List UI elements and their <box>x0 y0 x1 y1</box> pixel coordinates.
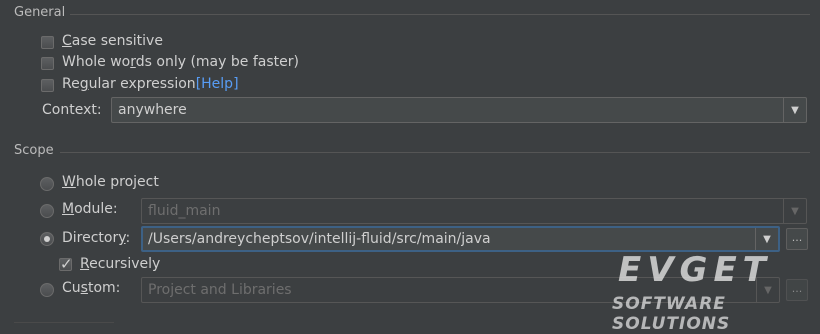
general-section-title: General <box>14 5 66 20</box>
general-separator <box>70 14 810 15</box>
recursively-label[interactable]: Recursively <box>80 256 160 272</box>
custom-radio[interactable] <box>40 283 54 297</box>
directory-combo[interactable]: /Users/andreycheptsov/intellij-fluid/src… <box>141 226 780 252</box>
regex-help-link[interactable]: [Help] <box>196 76 239 92</box>
module-label[interactable]: Module: <box>62 201 118 217</box>
regex-label[interactable]: Regular expression[Help] <box>62 76 239 92</box>
context-label: Context: <box>42 102 102 118</box>
module-radio[interactable] <box>40 204 54 218</box>
module-value: fluid_main <box>148 203 221 219</box>
module-combo[interactable]: fluid_main ▼ <box>141 198 807 224</box>
chevron-down-icon[interactable]: ▼ <box>783 199 806 223</box>
custom-value: Project and Libraries <box>148 282 292 298</box>
directory-browse-button[interactable]: ... <box>786 228 808 250</box>
whole-project-label[interactable]: Whole project <box>62 174 159 190</box>
case-sensitive-label[interactable]: Case sensitive <box>62 33 163 49</box>
scope-separator <box>60 152 810 153</box>
chevron-down-icon[interactable]: ▼ <box>755 228 778 250</box>
case-sensitive-checkbox[interactable] <box>41 36 54 49</box>
directory-path-input[interactable]: /Users/andreycheptsov/intellij-fluid/src… <box>148 231 491 247</box>
chevron-down-icon[interactable]: ▼ <box>783 98 806 122</box>
recursively-checkbox[interactable] <box>59 254 73 274</box>
directory-label[interactable]: Directory: <box>62 230 130 246</box>
next-section-hint <box>14 322 114 323</box>
whole-words-label[interactable]: Whole words only (may be faster) <box>62 54 299 70</box>
context-combo[interactable]: anywhere ▼ <box>111 97 807 123</box>
whole-words-checkbox[interactable] <box>41 57 54 70</box>
scope-section-title: Scope <box>14 143 54 158</box>
directory-radio[interactable] <box>40 232 54 246</box>
whole-project-radio[interactable] <box>40 177 54 191</box>
context-value: anywhere <box>118 102 187 118</box>
watermark-logo-text: EVGET <box>618 250 772 290</box>
regex-checkbox[interactable] <box>41 79 54 92</box>
custom-label[interactable]: Custom: <box>62 280 120 296</box>
watermark-tagline: SOFTWARE SOLUTIONS <box>612 294 731 334</box>
